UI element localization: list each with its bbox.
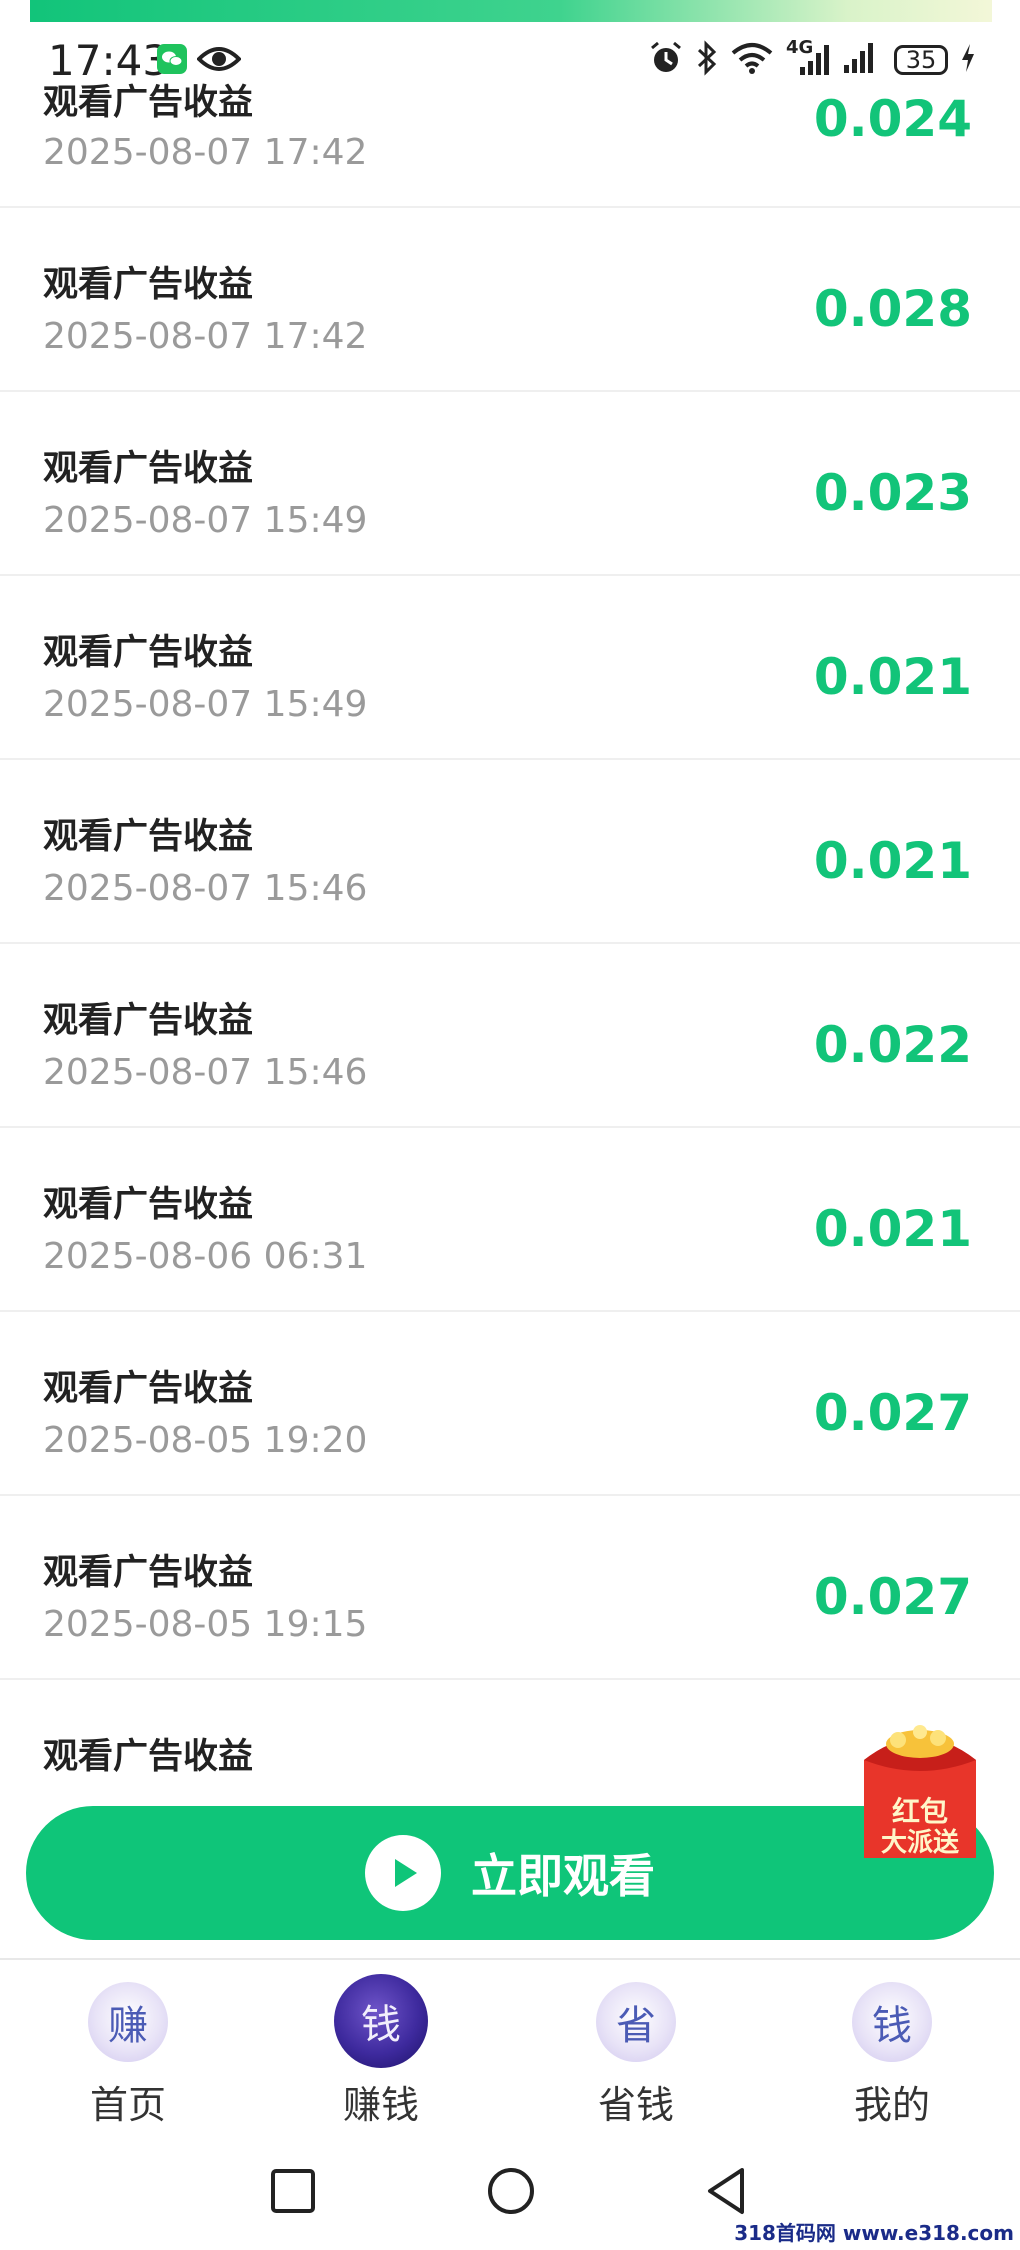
record-time: 2025-08-05 19:15 (43, 1604, 368, 1645)
record-time: 2025-08-07 17:42 (43, 316, 368, 357)
earnings-list[interactable]: 观看广告收益 2025-08-07 17:42 0.024 观看广告收益 202… (0, 22, 1020, 1864)
top-banner (30, 0, 992, 22)
record-amount: 0.021 (813, 1200, 972, 1258)
nav-item-mine[interactable]: 钱 我的 (812, 1982, 972, 2129)
nav-label: 我的 (853, 2083, 930, 2127)
save-badge-icon: 省 (596, 1982, 676, 2062)
record-title: 观看广告收益 (43, 1553, 254, 1593)
record-title: 观看广告收益 (43, 1185, 254, 1225)
nav-item-home[interactable]: 赚 首页 (48, 1982, 208, 2129)
list-item: 观看广告收益 2025-08-05 19:20 0.027 (0, 1312, 1020, 1496)
record-amount: 0.027 (813, 1568, 972, 1626)
list-item: 观看广告收益 2025-08-07 15:49 0.023 (0, 392, 1020, 576)
record-time: 2025-08-05 19:20 (43, 1420, 368, 1461)
record-amount: 0.027 (813, 1384, 972, 1442)
record-amount: 0.028 (813, 280, 972, 338)
record-title: 观看广告收益 (43, 265, 254, 305)
back-icon[interactable] (704, 2166, 748, 2220)
red-packet-line2: 大派送 (880, 1828, 959, 1858)
record-time: 2025-08-07 15:49 (43, 500, 368, 541)
record-title: 观看广告收益 (43, 1369, 254, 1409)
list-item: 观看广告收益 2025-08-07 15:46 0.021 (0, 760, 1020, 944)
nav-label: 首页 (89, 2083, 166, 2127)
record-amount: 0.024 (813, 90, 972, 148)
list-item: 观看广告收益 2025-08-07 17:42 0.024 (0, 22, 1020, 208)
watermark: 318首码网 www.e318.com (734, 2221, 1014, 2245)
nav-item-save[interactable]: 省 省钱 (556, 1982, 716, 2129)
nav-item-earn[interactable]: 钱 赚钱 (301, 1974, 461, 2129)
record-title: 观看广告收益 (43, 83, 254, 123)
earn-badge-icon: 钱 (334, 1974, 428, 2068)
record-title: 观看广告收益 (43, 449, 254, 489)
record-title: 观看广告收益 (43, 1001, 254, 1041)
record-amount: 0.022 (813, 1016, 972, 1074)
record-amount: 0.021 (813, 648, 972, 706)
mine-badge-icon: 钱 (852, 1982, 932, 2062)
record-time: 2025-08-07 17:42 (43, 132, 368, 173)
nav-label: 赚钱 (342, 2083, 419, 2127)
record-time: 2025-08-07 15:49 (43, 684, 368, 725)
watch-now-button[interactable]: 立即观看 (26, 1806, 994, 1940)
record-title: 观看广告收益 (43, 817, 254, 857)
record-time: 2025-08-06 06:31 (43, 1236, 368, 1277)
watch-now-label: 立即观看 (471, 1849, 655, 1903)
record-time: 2025-08-07 15:46 (43, 1052, 368, 1093)
list-item: 观看广告收益 2025-08-07 15:46 0.022 (0, 944, 1020, 1128)
record-title: 观看广告收益 (43, 1737, 254, 1777)
play-icon (365, 1835, 441, 1911)
list-item: 观看广告收益 2025-08-07 15:49 0.021 (0, 576, 1020, 760)
record-amount: 0.021 (813, 832, 972, 890)
red-packet-float[interactable]: 红包 大派送 (858, 1720, 982, 1860)
home-icon[interactable] (486, 2166, 536, 2220)
recents-icon[interactable] (270, 2168, 316, 2218)
record-amount: 0.023 (813, 464, 972, 522)
bottom-nav: 赚 首页 钱 赚钱 省 省钱 钱 我的 (0, 1958, 1020, 2130)
system-nav-bar: 318首码网 www.e318.com (0, 2128, 1020, 2250)
list-item: 观看广告收益 2025-08-06 06:31 0.021 (0, 1128, 1020, 1312)
list-item: 观看广告收益 2025-08-07 17:42 0.028 (0, 208, 1020, 392)
record-time: 2025-08-07 15:46 (43, 868, 368, 909)
home-badge-icon: 赚 (88, 1982, 168, 2062)
record-title: 观看广告收益 (43, 633, 254, 673)
nav-label: 省钱 (597, 2083, 674, 2127)
list-item: 观看广告收益 2025-08-05 19:15 0.027 (0, 1496, 1020, 1680)
